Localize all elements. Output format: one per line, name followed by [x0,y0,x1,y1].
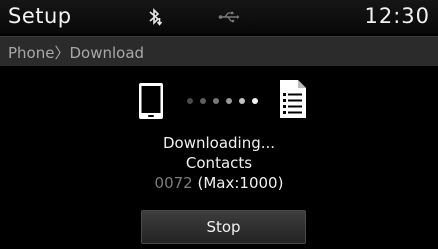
breadcrumb: Phone〉Download [8,42,144,63]
download-status-text: Downloading... [162,134,276,152]
breadcrumb-item-phone: Phone [8,44,55,62]
breadcrumb-item-download: Download [69,44,145,62]
transfer-progress-dots [187,98,258,104]
download-type-text: Contacts [185,154,253,172]
phone-icon [139,83,163,119]
clock: 12:30 [364,4,430,28]
download-count: 0072 [154,174,193,192]
usb-icon [218,11,240,23]
breadcrumb-separator: 〉 [54,44,70,62]
download-count-line: 0072 (Max:1000) [0,174,438,192]
breadcrumb-bar: Phone〉Download [0,36,438,67]
download-panel: Downloading... Contacts 0072 (Max:1000) … [0,66,438,249]
bluetooth-download-icon [149,8,163,26]
document-list-icon [280,80,306,118]
screen-title: Setup [8,4,72,28]
status-bar: Setup 12:30 [0,0,438,34]
download-max: (Max:1000) [197,174,284,192]
stop-button[interactable]: Stop [141,210,306,244]
